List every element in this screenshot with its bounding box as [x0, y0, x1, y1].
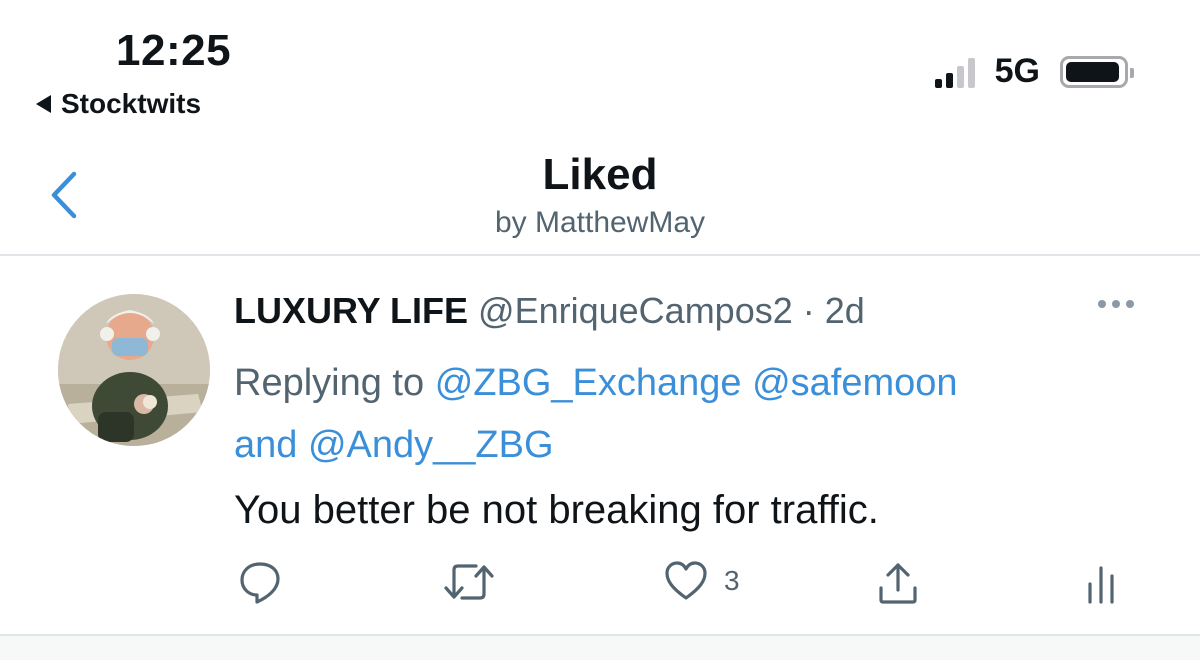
retweet-button[interactable] [442, 560, 496, 604]
header-divider [0, 254, 1200, 256]
author-handle[interactable]: @EnriqueCampos2 [478, 290, 793, 331]
tweet-timestamp: 2d [824, 290, 865, 331]
status-time: 12:25 [116, 26, 232, 75]
avatar[interactable] [58, 294, 210, 446]
analytics-button[interactable] [1086, 560, 1116, 606]
reply-button[interactable] [238, 560, 282, 606]
analytics-icon [1088, 566, 1114, 604]
tweet-text: You better be not breaking for traffic. [234, 488, 879, 532]
share-button[interactable] [876, 560, 920, 606]
back-triangle-icon [36, 95, 51, 113]
next-item-strip [0, 636, 1200, 660]
like-count: 3 [724, 565, 740, 596]
retweet-icon [444, 564, 494, 600]
network-type: 5G [994, 52, 1040, 90]
and-word: and [234, 424, 298, 466]
cellular-signal-icon [934, 56, 975, 88]
heart-icon [665, 561, 707, 600]
like-button[interactable]: 3 [664, 560, 740, 602]
battery-icon [1060, 55, 1134, 88]
page-subtitle: by MatthewMay [494, 206, 706, 239]
tweet-actions: 3 [0, 560, 1200, 616]
author-name[interactable]: LUXURY LIFE [234, 290, 468, 331]
status-indicators: 5G [934, 52, 1134, 91]
more-options-icon[interactable] [1098, 300, 1134, 308]
back-to-app-button[interactable]: Stocktwits [36, 88, 201, 120]
header-separator: · [792, 290, 825, 331]
replying-prefix: Replying to [234, 362, 425, 404]
tweet-header: LUXURY LIFE @EnriqueCampos2 · 2d [234, 290, 865, 332]
replying-to: Replying to @ZBG_Exchange @safemoon and … [234, 352, 1134, 476]
page-title: Liked [542, 150, 658, 199]
back-app-label: Stocktwits [61, 88, 202, 119]
mention-link[interactable]: @ZBG_Exchange [435, 362, 742, 404]
reply-icon [240, 562, 280, 604]
share-icon [879, 563, 917, 604]
mention-link[interactable]: @Andy__ZBG [308, 424, 554, 466]
mention-link[interactable]: @safemoon [752, 362, 957, 404]
avatar-image [58, 294, 210, 446]
